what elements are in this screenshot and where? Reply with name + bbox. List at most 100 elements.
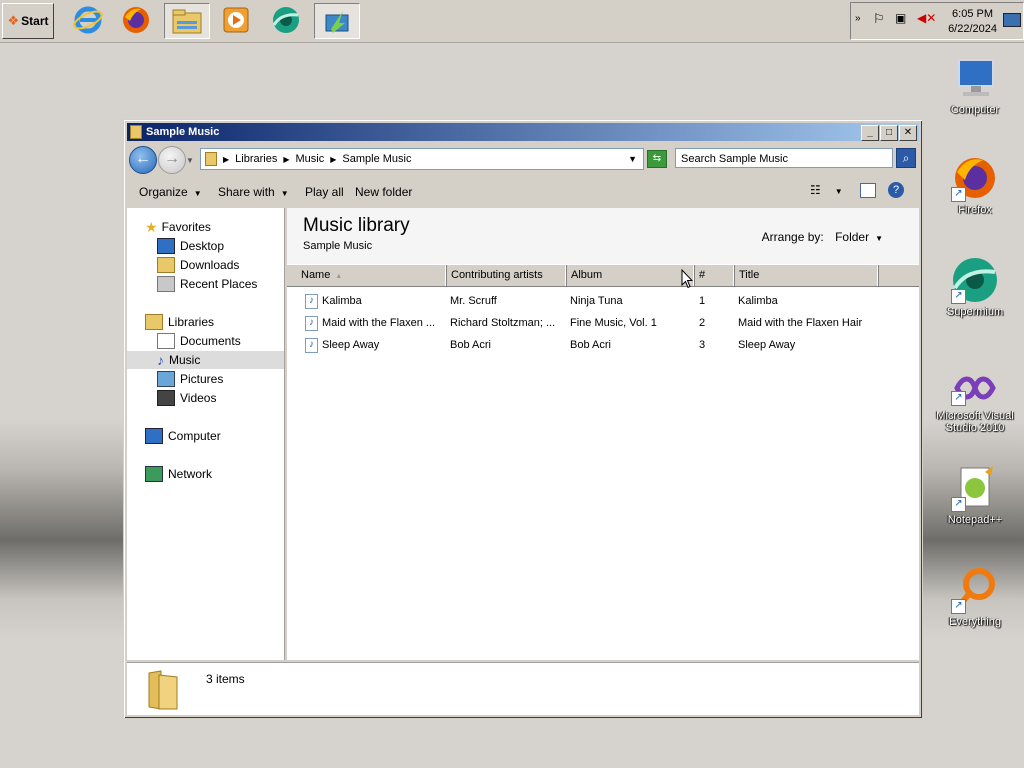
table-row[interactable]: ♪ Kalimba Mr. Scruff Ninja Tuna 1 Kalimb… [287,291,919,313]
clock[interactable]: 6:05 PM 6/22/2024 [948,7,997,37]
search-icon[interactable]: ⌕ [896,148,916,168]
visual-studio-icon: ↗ [951,370,999,418]
nav-item-recent-places[interactable]: Recent Places [157,275,257,293]
supermium-icon: ↗ [951,256,999,304]
clock-date: 6/22/2024 [948,23,997,35]
desktop-icon-firefox[interactable]: ↗ Firefox [930,154,1020,216]
command-bar: Organize ▼ Share with ▼ Play all New folde… [127,178,919,206]
desktop-icon-supermium[interactable]: ↗ Supermium [930,256,1020,318]
app-icon[interactable] [314,3,360,39]
volume-muted-icon[interactable]: ◀✕ [917,11,936,25]
pictures-icon [157,371,175,387]
cell-artists: Mr. Scruff [450,295,497,307]
cell-title: Sleep Away [738,339,796,351]
folder-icon [130,125,142,139]
table-row[interactable]: ♪ Sleep Away Bob Acri Bob Acri 3 Sleep A… [287,335,919,357]
share-with-button[interactable]: Share with ▼ [218,185,289,199]
back-button[interactable]: ← [129,146,157,174]
arrange-by-label: Arrange by: [761,230,824,244]
nav-item-music[interactable]: ♪ Music [127,351,284,369]
desktop-icon-label: Everything [949,616,1001,628]
organize-button[interactable]: Organize ▼ [139,185,202,199]
recent-pages-dropdown[interactable]: ▼ [186,156,194,165]
breadcrumb-music[interactable]: Music [296,153,325,165]
details-pane: 3 items [127,662,919,715]
arrange-by-dropdown[interactable]: Folder ▼ [835,230,883,244]
shortcut-arrow-icon: ↗ [951,497,966,512]
system-tray: » ⚐ ▣ ◀✕ 6:05 PM 6/22/2024 [850,2,1024,40]
table-row[interactable]: ♪ Maid with the Flaxen ... Richard Stolt… [287,313,919,335]
explorer-icon[interactable] [164,3,210,39]
network-icon[interactable]: ▣ [895,11,906,25]
address-dropdown-icon[interactable]: ▼ [628,154,637,164]
breadcrumb-libraries[interactable]: Libraries [235,153,277,165]
folder-icon [205,152,217,166]
nav-item-computer[interactable]: Computer [145,427,221,445]
refresh-button[interactable]: ⇆ [647,150,667,168]
media-player-icon[interactable] [214,3,258,37]
cell-album: Ninja Tuna [570,295,623,307]
maximize-button[interactable]: □ [880,125,898,141]
sort-ascending-icon: ▲ [335,273,343,280]
star-icon: ★ [145,218,158,235]
videos-icon [157,390,175,406]
title-bar[interactable]: Sample Music _ □ ✕ [127,123,919,141]
cell-artists: Bob Acri [450,339,491,351]
cell-number: 1 [699,295,706,307]
chevron-down-icon[interactable]: » [855,13,861,24]
column-number[interactable]: # [695,265,735,286]
arrange-by: Arrange by: Folder ▼ [762,230,883,244]
show-desktop-icon[interactable] [1003,13,1021,27]
column-headers: Name ▲ Contributing artists Album # Title [287,264,919,287]
cell-name: Kalimba [322,295,362,307]
nav-item-downloads[interactable]: Downloads [157,256,239,274]
minimize-button[interactable]: _ [861,125,879,141]
address-bar[interactable]: ▶ Libraries ▶ Music ▶ Sample Music ▼ [200,148,644,170]
nav-item-pictures[interactable]: Pictures [157,370,223,388]
music-file-icon: ♪ [305,294,318,309]
column-name[interactable]: Name ▲ [287,265,447,286]
new-folder-button[interactable]: New folder [355,185,412,199]
breadcrumb-sample-music[interactable]: Sample Music [342,153,411,165]
computer-icon [951,54,999,102]
flag-icon[interactable]: ⚐ [873,11,885,27]
desktop-icon-visual-studio[interactable]: ↗ Microsoft Visual Studio 2010 [930,370,1020,434]
column-album[interactable]: Album [567,265,695,286]
computer-icon [145,428,163,444]
desktop-icon-computer[interactable]: Computer [930,54,1020,116]
nav-item-libraries[interactable]: Libraries [145,313,214,331]
libraries-icon [145,314,163,330]
desktop-icon [157,238,175,254]
music-note-icon: ♪ [157,352,164,368]
forward-button[interactable]: → [158,146,186,174]
start-button[interactable]: ❖ Start [2,3,54,39]
chevron-right-icon[interactable]: ▶ [223,155,229,164]
internet-explorer-icon[interactable] [66,3,110,37]
nav-item-documents[interactable]: Documents [157,332,241,350]
chevron-right-icon[interactable]: ▶ [330,155,336,164]
nav-item-videos[interactable]: Videos [157,389,216,407]
column-contributing-artists[interactable]: Contributing artists [447,265,567,286]
column-title[interactable]: Title [735,265,879,286]
navigation-bar: ← → ▼ ▶ Libraries ▶ Music ▶ Sample Music… [127,142,919,176]
close-button[interactable]: ✕ [899,125,917,141]
library-subtitle: Sample Music [303,240,373,252]
taskbar: ❖ Start » ⚐ ▣ ◀✕ 6:05 PM 6/22/2024 [0,0,1024,43]
everything-icon: ↗ [951,566,999,614]
desktop-icon-label: Computer [950,104,1000,116]
view-options-icon[interactable]: ☷ ▼ [810,183,843,197]
window-title: Sample Music [146,126,220,138]
search-input[interactable]: Search Sample Music [675,148,893,168]
firefox-icon[interactable] [114,3,158,37]
nav-item-network[interactable]: Network [145,465,212,483]
nav-item-desktop[interactable]: Desktop [157,237,224,255]
chevron-right-icon[interactable]: ▶ [283,155,289,164]
nav-item-favorites[interactable]: ★ Favorites [145,218,211,236]
desktop-icon-everything[interactable]: ↗ Everything [930,566,1020,628]
preview-pane-icon[interactable] [860,183,876,198]
desktop-icon-notepadpp[interactable]: ↗ Notepad++ [930,464,1020,526]
supermium-icon[interactable] [264,3,308,37]
music-file-icon: ♪ [305,316,318,331]
play-all-button[interactable]: Play all [305,185,344,199]
help-icon[interactable]: ? [888,182,904,198]
